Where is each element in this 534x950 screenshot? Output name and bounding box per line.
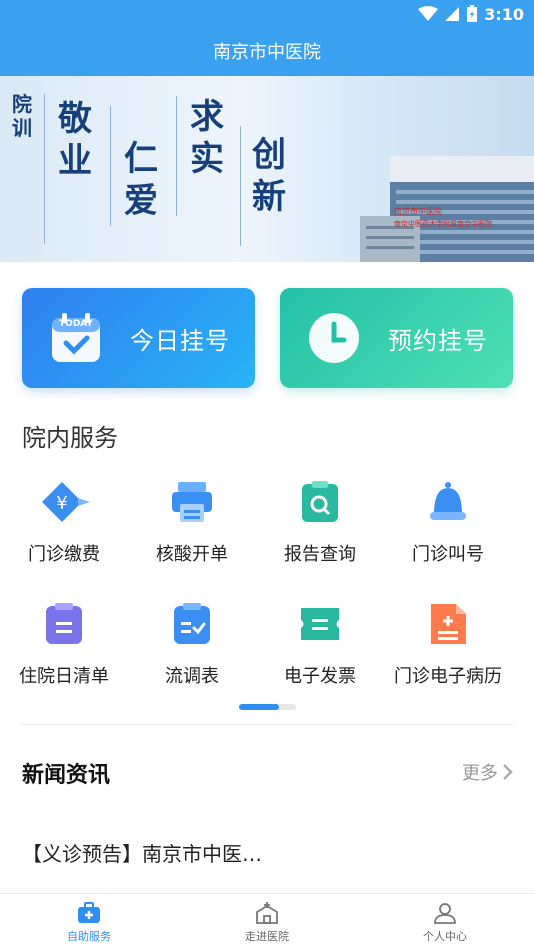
section-divider xyxy=(20,724,514,725)
building-sign-1: 南京市中医院 xyxy=(394,207,442,216)
medical-record-icon xyxy=(426,602,470,646)
service-outpatient-payment[interactable]: ¥ 门诊缴费 xyxy=(0,480,128,566)
services-pager[interactable] xyxy=(239,704,296,710)
signal-icon xyxy=(445,7,460,21)
clock-icon xyxy=(306,310,362,366)
service-label: 报告查询 xyxy=(284,544,356,565)
wifi-icon xyxy=(418,6,439,21)
building-sign-2: 南京中医药大学附属南京中医院 xyxy=(394,221,492,228)
service-inpatient-daily-list[interactable]: 住院日清单 xyxy=(0,602,128,688)
tab-self-service[interactable]: 自助服务 xyxy=(0,894,178,950)
app-header: 3:10 南京市中医院 xyxy=(0,0,534,76)
chevron-right-icon xyxy=(503,764,513,780)
news-more-link[interactable]: 更多 xyxy=(462,759,514,785)
user-icon xyxy=(434,903,456,924)
today-registration-label: 今日挂号 xyxy=(130,326,230,355)
hospital-banner[interactable]: 院训 敬业 仁爱 求实 创新 南京市中医院 南京中医药大学附属南京中医院 xyxy=(0,76,534,262)
service-label: 门诊缴费 xyxy=(28,544,100,565)
bottom-tab-bar: 自助服务 走进医院 个人中心 xyxy=(0,893,534,950)
tab-label: 个人中心 xyxy=(423,930,467,943)
calendar-icon-text: TODAY xyxy=(59,319,93,329)
service-label: 核酸开单 xyxy=(156,544,228,565)
news-section-title: 新闻资讯 xyxy=(22,763,111,788)
banner-rule xyxy=(240,126,241,246)
status-time: 3:10 xyxy=(484,4,524,24)
service-outpatient-call[interactable]: 门诊叫号 xyxy=(384,480,512,566)
motto-word-3: 求实 xyxy=(190,97,224,179)
banner-rule xyxy=(44,94,45,244)
medical-kit-icon xyxy=(78,902,100,923)
ticket-icon xyxy=(298,602,342,646)
appointment-registration-button[interactable]: 预约挂号 xyxy=(280,288,513,388)
battery-icon xyxy=(467,5,478,22)
checklist-icon xyxy=(170,602,214,646)
service-label: 流调表 xyxy=(165,666,219,687)
motto-word-2: 仁爱 xyxy=(124,139,158,221)
app-screen: 3:10 南京市中医院 院训 敬业 仁爱 求实 创新 南京市中医院 南京中医药大… xyxy=(0,0,534,950)
clipboard-icon xyxy=(42,602,86,646)
service-electronic-medical-record[interactable]: 门诊电子病历 xyxy=(384,602,512,688)
banner-rule xyxy=(110,106,111,226)
svg-text:¥: ¥ xyxy=(56,493,67,514)
service-report-query[interactable]: 报告查询 xyxy=(256,480,384,566)
motto-word-4: 创新 xyxy=(252,135,286,217)
service-label: 电子发票 xyxy=(284,666,356,687)
calendar-today-icon: TODAY xyxy=(48,310,104,366)
pager-active-indicator xyxy=(239,704,279,710)
hospital-building-image xyxy=(360,156,534,262)
motto-label: 院训 xyxy=(12,92,32,140)
tab-label: 自助服务 xyxy=(67,930,111,943)
service-label: 住院日清单 xyxy=(19,666,109,687)
service-e-invoice[interactable]: 电子发票 xyxy=(256,602,384,688)
hospital-building-icon xyxy=(256,902,278,924)
bell-icon xyxy=(426,480,470,524)
status-bar: 3:10 xyxy=(418,4,524,24)
news-item[interactable]: 【义诊预告】南京市中医… xyxy=(22,838,262,867)
yuan-payment-icon: ¥ xyxy=(42,480,90,524)
page-title: 南京市中医院 xyxy=(213,42,321,63)
tab-about-hospital[interactable]: 走进医院 xyxy=(178,894,356,950)
report-search-icon xyxy=(298,480,342,524)
service-nucleic-acid-order[interactable]: 核酸开单 xyxy=(128,480,256,566)
appointment-registration-label: 预约挂号 xyxy=(388,326,488,355)
service-label: 门诊电子病历 xyxy=(394,666,502,687)
banner-rule xyxy=(176,96,177,216)
printer-icon xyxy=(170,480,214,524)
service-epidemiology-form[interactable]: 流调表 xyxy=(128,602,256,688)
today-registration-button[interactable]: TODAY 今日挂号 xyxy=(22,288,255,388)
tab-label: 走进医院 xyxy=(245,930,289,943)
news-more-label: 更多 xyxy=(462,763,498,784)
tab-personal-center[interactable]: 个人中心 xyxy=(356,894,534,950)
motto-word-1: 敬业 xyxy=(58,99,92,181)
service-label: 门诊叫号 xyxy=(412,544,484,565)
services-section-title: 院内服务 xyxy=(22,424,118,452)
